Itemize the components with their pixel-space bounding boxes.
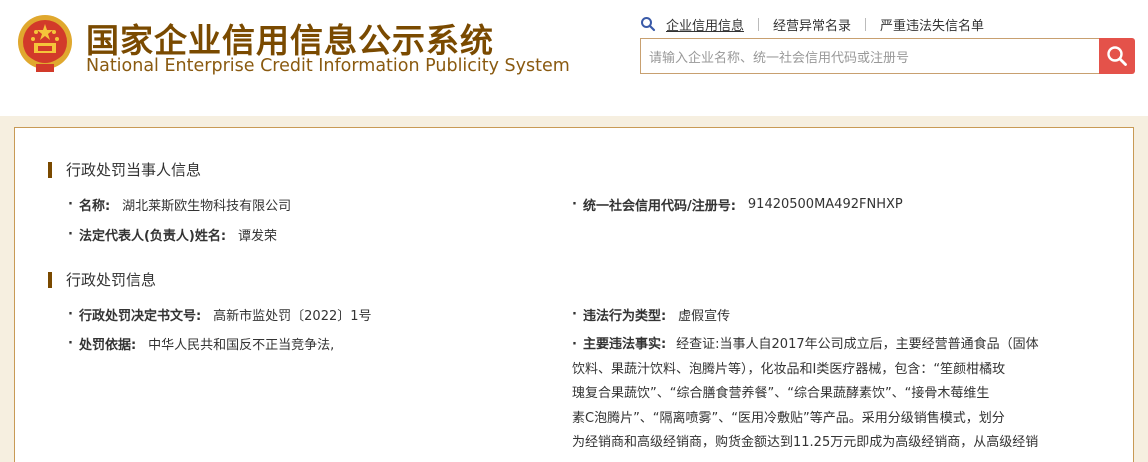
site-title-zh: 国家企业信用信息公示系统 xyxy=(86,21,494,60)
field-label: 主要违法事实: xyxy=(582,337,667,352)
field-label: 行政处罚决定书文号: xyxy=(78,309,202,324)
field-value: 91420500MA492FNHXP xyxy=(747,197,903,212)
facts-line: 素C泡腾片”、“隔离喷雾”、“医用冷敷贴”等产品。采用分级销售模式，划分 xyxy=(572,410,1005,426)
field-main-violation-facts: · 主要违法事实: 经查证:当事人自2017年公司成立后，主要经营普通食品（固体 饮… xyxy=(572,333,1082,456)
top-nav: 企业信用信息 经营异常名录 严重违法失信名单 xyxy=(640,15,984,34)
field-legal-representative: · 法定代表人(负责人)姓名: 谭发荣 xyxy=(68,227,278,244)
field-label: 违法行为类型: xyxy=(582,309,667,324)
section-marker xyxy=(48,271,52,288)
nav-enterprise-credit-info[interactable]: 企业信用信息 xyxy=(666,15,744,34)
field-decision-number: · 行政处罚决定书文号: 高新市监处罚〔2022〕1号 xyxy=(68,307,372,324)
field-value: 谭发荣 xyxy=(238,229,278,244)
facts-line: 为经销商和高级经销商，购货金额达到11.25万元即成为高级经销商，从高级经销 xyxy=(572,435,1039,450)
section-penalty-info: 行政处罚信息 xyxy=(48,269,156,290)
nav-abnormal-operation-list[interactable]: 经营异常名录 xyxy=(773,15,851,34)
field-label: 法定代表人(负责人)姓名: xyxy=(78,229,227,244)
site-header: 国家企业信用信息公示系统 National Enterprise Credit … xyxy=(0,0,1148,116)
national-emblem-icon xyxy=(18,15,72,72)
search-icon xyxy=(641,17,656,32)
site-title-en: National Enterprise Credit Information P… xyxy=(86,56,570,76)
search-icon xyxy=(1107,46,1127,66)
field-label: 处罚依据: xyxy=(78,338,137,353)
section-marker xyxy=(48,161,52,178)
nav-divider xyxy=(758,17,760,31)
field-credit-code: · 统一社会信用代码/注册号: 91420500MA492FNHXP xyxy=(572,197,903,214)
search-input[interactable]: 请输入企业名称、统一社会信用代码或注册号 xyxy=(640,38,1099,74)
facts-line: · 主要违法事实: 经查证:当事人自2017年公司成立后，主要经营普通食品（固体 xyxy=(572,337,1039,352)
facts-line-text: 经查证:当事人自2017年公司成立后，主要经营普通食品（固体 xyxy=(676,337,1039,352)
field-label: 名称: xyxy=(78,199,111,214)
section-title-text: 行政处罚信息 xyxy=(66,271,157,289)
field-value: 虚假宣传 xyxy=(678,309,731,324)
section-party-info: 行政处罚当事人信息 xyxy=(48,159,201,180)
field-label: 统一社会信用代码/注册号: xyxy=(582,199,736,214)
search-button[interactable] xyxy=(1099,38,1135,74)
field-value: 中华人民共和国反不正当竞争法, xyxy=(148,338,335,353)
facts-line: 瑰复合果蔬饮”、“综合膳食营养餐”、“综合果蔬酵素饮”、“接骨木莓维生 xyxy=(572,386,990,401)
field-value: 高新市监处罚〔2022〕1号 xyxy=(213,309,372,324)
facts-line: 饮料、果蔬汁饮料、泡腾片等），化妆品和Ⅰ类医疗器械，包含：“笙颜柑橘玫 xyxy=(572,361,1006,377)
nav-divider xyxy=(865,17,867,31)
field-name: · 名称: 湖北莱斯欧生物科技有限公司 xyxy=(68,197,292,214)
nav-serious-violation-list[interactable]: 严重违法失信名单 xyxy=(880,15,984,34)
field-penalty-basis: · 处罚依据: 中华人民共和国反不正当竞争法, xyxy=(68,336,335,353)
field-violation-type: · 违法行为类型: 虚假宣传 xyxy=(572,307,731,324)
field-value: 湖北莱斯欧生物科技有限公司 xyxy=(122,199,292,214)
section-title-text: 行政处罚当事人信息 xyxy=(66,161,202,179)
